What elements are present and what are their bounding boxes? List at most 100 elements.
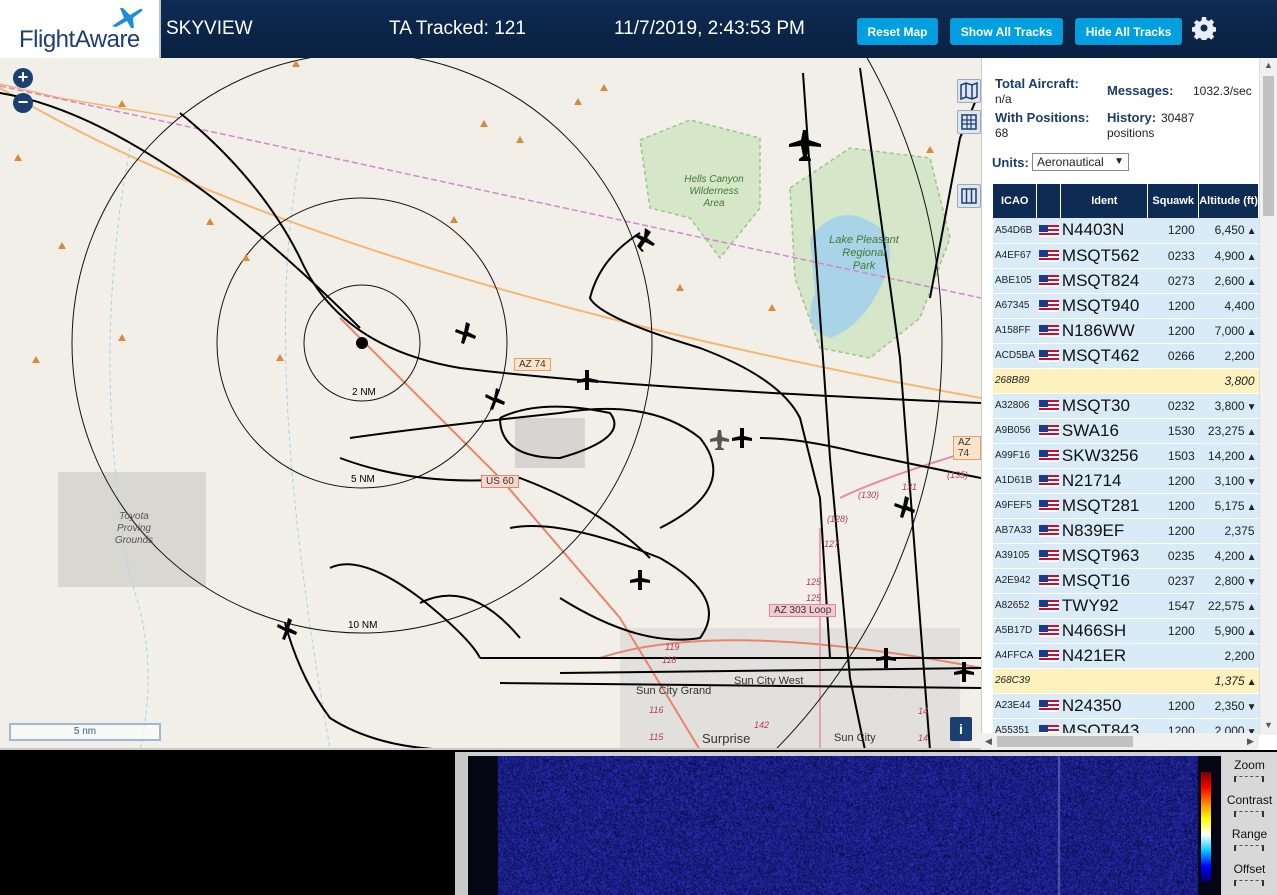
scroll-right-icon[interactable]: ▶ bbox=[1247, 736, 1254, 747]
squawk-cell: 0273 bbox=[1147, 268, 1199, 294]
gear-icon[interactable] bbox=[1192, 16, 1216, 40]
flightaware-logo[interactable]: FlightAware bbox=[0, 0, 161, 58]
ident-cell: MSQT562 bbox=[1060, 243, 1148, 269]
col-ident[interactable]: Ident bbox=[1060, 184, 1149, 218]
climb-indicator: ▲ bbox=[1246, 426, 1257, 438]
scroll-left-icon[interactable]: ◀ bbox=[985, 736, 992, 747]
area-label-line: Toyota bbox=[119, 511, 149, 522]
altitude-value: 2,200 bbox=[1224, 348, 1255, 363]
flag-cell bbox=[1036, 343, 1061, 369]
table-row[interactable]: A82652 TWY92 1547 22,575 ▲ bbox=[993, 593, 1259, 619]
map-canvas[interactable] bbox=[0, 58, 981, 750]
table-row[interactable]: A2E942 MSQT16 0237 2,800 ▼ bbox=[993, 568, 1259, 594]
units-select[interactable]: Aeronautical ▼ bbox=[1032, 153, 1129, 171]
table-row[interactable]: A23E44 N24350 1200 2,350 ▼ bbox=[993, 693, 1259, 719]
altitude-cell: 22,575 ▲ bbox=[1198, 593, 1259, 619]
us-flag-icon bbox=[1038, 475, 1059, 488]
table-row[interactable]: A54D6B N4403N 1200 6,450 ▲ bbox=[993, 218, 1259, 244]
table-row[interactable]: A1D61B N21714 1200 3,100 ▼ bbox=[993, 468, 1259, 494]
ident-cell: SWA16 bbox=[1060, 418, 1148, 444]
pane-divider[interactable] bbox=[455, 752, 467, 895]
table-row[interactable]: A9FEF5 MSQT281 1200 5,175 ▲ bbox=[993, 493, 1259, 519]
scroll-up-icon[interactable]: ▲ bbox=[1264, 60, 1273, 70]
us-flag-icon bbox=[1038, 550, 1059, 563]
table-row[interactable]: A39105 MSQT963 0235 4,200 ▲ bbox=[993, 543, 1259, 569]
us-flag-icon bbox=[1038, 350, 1059, 363]
squawk-cell bbox=[1147, 368, 1199, 394]
hide-all-tracks-button[interactable]: Hide All Tracks bbox=[1075, 18, 1182, 45]
zoom-slider[interactable] bbox=[1234, 776, 1264, 782]
zoom-out-button[interactable]: − bbox=[13, 93, 33, 113]
altitude-value: 14,200 bbox=[1207, 448, 1245, 463]
horizontal-scrollbar[interactable]: ◀ ▶ bbox=[981, 733, 1259, 750]
flag-cell bbox=[1036, 643, 1061, 669]
scroll-thumb[interactable] bbox=[997, 736, 1133, 747]
range-slider[interactable] bbox=[1234, 845, 1264, 851]
map-layer-toggle[interactable] bbox=[957, 79, 981, 103]
squawk-cell: 0266 bbox=[1147, 343, 1199, 369]
flag-cell bbox=[1036, 568, 1061, 594]
flag-cell bbox=[1036, 468, 1061, 494]
squawk-cell: 0232 bbox=[1147, 393, 1199, 419]
route-label: 119 bbox=[665, 642, 680, 652]
table-row[interactable]: A4FFCA N421ER 2,200 bbox=[993, 643, 1259, 669]
flag-cell bbox=[1036, 268, 1061, 294]
scroll-thumb[interactable] bbox=[1263, 76, 1274, 216]
waterfall-canvas bbox=[468, 756, 1221, 895]
city-label-sun-city: Sun City bbox=[834, 732, 876, 744]
altitude-value: 2,200 bbox=[1224, 648, 1255, 663]
us-flag-icon bbox=[1038, 525, 1059, 538]
table-header-row: ICAO Ident Squawk Altitude (ft) bbox=[993, 184, 1259, 218]
table-row[interactable]: ABE105 MSQT824 0273 2,600 ▲ bbox=[993, 268, 1259, 294]
contrast-label: Contrast bbox=[1226, 793, 1273, 807]
flag-cell bbox=[1036, 368, 1061, 394]
flag-cell bbox=[1036, 693, 1061, 719]
us-flag-icon bbox=[1038, 325, 1059, 338]
scroll-down-icon[interactable]: ▼ bbox=[1264, 720, 1273, 730]
city-label-sun-city-grand: Sun City Grand bbox=[636, 685, 712, 697]
table-row[interactable]: AB7A33 N839EF 1200 2,375 bbox=[993, 518, 1259, 544]
squawk-cell: 1503 bbox=[1147, 443, 1199, 469]
table-row[interactable]: A67345 MSQT940 1200 4,400 bbox=[993, 293, 1259, 319]
table-row[interactable]: A5B17D N466SH 1200 5,900 ▲ bbox=[993, 618, 1259, 644]
table-row[interactable]: A32806 MSQT30 0232 3,800 ▼ bbox=[993, 393, 1259, 419]
table-row[interactable]: 268C39 1,375 ▲ bbox=[993, 668, 1259, 694]
col-squawk[interactable]: Squawk bbox=[1147, 184, 1200, 218]
climb-indicator: ▲ bbox=[1246, 251, 1257, 263]
grid-toggle[interactable] bbox=[957, 110, 981, 134]
top-header: FlightAware SKYVIEW TA Tracked: 121 11/7… bbox=[0, 0, 1277, 58]
column-toggle[interactable] bbox=[957, 184, 981, 208]
icao-cell: A1D61B bbox=[993, 468, 1037, 494]
squawk-cell: 1200 bbox=[1147, 693, 1199, 719]
altitude-cell: 2,600 ▲ bbox=[1198, 268, 1259, 294]
table-row[interactable]: A9B056 SWA16 1530 23,275 ▲ bbox=[993, 418, 1259, 444]
messages-label: Messages: bbox=[1107, 83, 1174, 98]
col-flag[interactable] bbox=[1036, 184, 1062, 218]
reset-map-button[interactable]: Reset Map bbox=[857, 18, 938, 45]
color-scale-bar bbox=[1201, 772, 1211, 882]
table-row[interactable]: ACD5BA MSQT462 0266 2,200 bbox=[993, 343, 1259, 369]
route-label: (128) bbox=[827, 514, 849, 524]
zoom-in-button[interactable]: + bbox=[13, 68, 33, 88]
area-label-line: Wilderness bbox=[689, 186, 739, 197]
waterfall-display[interactable] bbox=[468, 756, 1221, 895]
info-button[interactable]: i bbox=[950, 717, 972, 741]
ident-cell: N421ER bbox=[1060, 643, 1148, 669]
us-flag-icon bbox=[1038, 700, 1059, 713]
map-view[interactable]: 2 NM 5 NM 10 NM AZ 74 AZ 74 US 60 AZ 303… bbox=[0, 58, 981, 750]
altitude-cell: 5,900 ▲ bbox=[1198, 618, 1259, 644]
table-row[interactable]: A158FF N186WW 1200 7,000 ▲ bbox=[993, 318, 1259, 344]
vertical-scrollbar[interactable]: ▲ ▼ bbox=[1259, 58, 1277, 735]
col-icao[interactable]: ICAO bbox=[993, 184, 1038, 218]
offset-slider[interactable] bbox=[1234, 880, 1264, 886]
col-altitude[interactable]: Altitude (ft) bbox=[1198, 184, 1259, 218]
table-row[interactable]: A4EF67 MSQT562 0233 4,900 ▲ bbox=[993, 243, 1259, 269]
contrast-slider[interactable] bbox=[1234, 811, 1264, 817]
icao-cell: A67345 bbox=[993, 293, 1037, 319]
show-all-tracks-button[interactable]: Show All Tracks bbox=[950, 18, 1063, 45]
table-row[interactable]: A99F16 SKW3256 1503 14,200 ▲ bbox=[993, 443, 1259, 469]
with-positions-label: With Positions: bbox=[995, 110, 1090, 125]
altitude-value: 2,350 bbox=[1214, 698, 1245, 713]
route-label: 14 bbox=[918, 706, 929, 716]
table-row[interactable]: 268B89 3,800 bbox=[993, 368, 1259, 394]
